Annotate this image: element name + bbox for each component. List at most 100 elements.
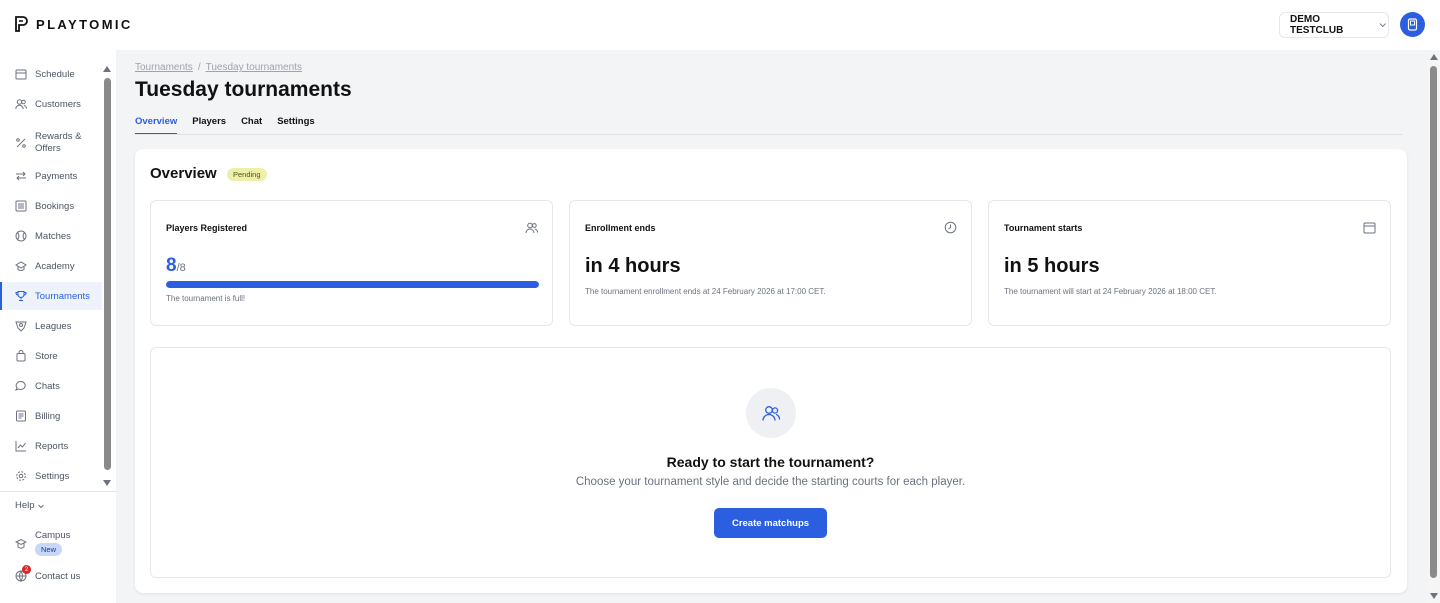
chart-icon bbox=[15, 441, 26, 452]
sidebar-item-academy[interactable]: Academy bbox=[0, 252, 102, 280]
sidebar-item-label: Payments bbox=[35, 170, 78, 182]
calendar-icon bbox=[15, 69, 27, 80]
sidebar-scroll-down[interactable] bbox=[103, 480, 111, 486]
sidebar-item-label: Schedule bbox=[35, 68, 75, 80]
list-icon bbox=[15, 200, 27, 212]
tab-chat[interactable]: Chat bbox=[241, 116, 262, 135]
players-progress-fill bbox=[166, 281, 539, 288]
tab-players[interactable]: Players bbox=[192, 116, 226, 135]
breadcrumb-separator: / bbox=[197, 62, 201, 73]
sidebar-scrollbar-thumb[interactable] bbox=[104, 78, 111, 470]
users-icon bbox=[15, 99, 27, 110]
start-value: in 5 hours bbox=[1004, 255, 1100, 277]
campus-label: Campus bbox=[35, 530, 71, 541]
sidebar-item-label: Chats bbox=[35, 380, 60, 392]
sidebar-item-label: Rewards & bbox=[35, 131, 82, 142]
page-scrollbar-thumb[interactable] bbox=[1430, 66, 1437, 578]
status-badge: Pending bbox=[227, 168, 267, 181]
sidebar-item-leagues[interactable]: Leagues bbox=[0, 312, 102, 340]
clock-icon bbox=[944, 221, 957, 234]
sidebar-item-rewards[interactable]: Rewards & Offers bbox=[0, 126, 102, 160]
sidebar: Schedule Customers Rewards & Offers Payme… bbox=[0, 50, 116, 603]
overview-title: Overview bbox=[150, 165, 217, 182]
tab-bar: Overview Players Chat Settings bbox=[135, 116, 315, 135]
sidebar-item-label: Settings bbox=[35, 470, 70, 482]
campus-icon bbox=[15, 538, 27, 550]
players-registered-card: Players Registered 8/8 The tournament is… bbox=[150, 200, 553, 326]
help-label: Help bbox=[15, 500, 35, 511]
user-avatar-button[interactable] bbox=[1400, 12, 1425, 37]
sidebar-item-label: Bookings bbox=[35, 200, 75, 212]
sidebar-item-customers[interactable]: Customers bbox=[0, 90, 102, 118]
main-content: Tournaments / Tuesday tournaments Tuesda… bbox=[116, 50, 1427, 603]
sidebar-divider bbox=[0, 491, 116, 492]
sidebar-item-settings[interactable]: Settings bbox=[0, 462, 102, 490]
players-progress-bar bbox=[166, 281, 539, 288]
sidebar-item-chats[interactable]: Chats bbox=[0, 372, 102, 400]
academy-icon bbox=[15, 261, 27, 271]
start-label: Tournament starts bbox=[1004, 223, 1083, 233]
start-note: The tournament will start at 24 February… bbox=[1004, 287, 1217, 296]
club-selector[interactable]: DEMO TESTCLUB bbox=[1279, 12, 1389, 38]
sidebar-item-label-line2: Offers bbox=[35, 143, 61, 154]
enrollment-ends-card: Enrollment ends in 4 hours The tournamen… bbox=[569, 200, 972, 326]
page-scroll-up[interactable] bbox=[1430, 54, 1438, 60]
contact-label: Contact us bbox=[35, 570, 81, 582]
breadcrumb-link-tournaments[interactable]: Tournaments bbox=[135, 62, 193, 73]
sidebar-item-label: Store bbox=[35, 350, 58, 362]
bag-icon bbox=[16, 350, 26, 362]
sidebar-item-label: Customers bbox=[35, 98, 81, 110]
sidebar-item-bookings[interactable]: Bookings bbox=[0, 192, 102, 220]
sidebar-item-matches[interactable]: Matches bbox=[0, 222, 102, 250]
arrows-icon bbox=[16, 171, 26, 181]
users-icon bbox=[525, 222, 538, 234]
sidebar-item-tournaments[interactable]: Tournaments bbox=[0, 282, 102, 310]
leagues-icon bbox=[15, 321, 27, 332]
device-icon bbox=[1407, 18, 1418, 31]
new-badge: New bbox=[35, 543, 63, 556]
page-scroll-down[interactable] bbox=[1430, 593, 1438, 599]
help-menu[interactable]: Help bbox=[15, 500, 45, 511]
ready-icon-circle bbox=[746, 388, 796, 438]
ball-icon bbox=[15, 230, 27, 242]
sidebar-item-label: Reports bbox=[35, 440, 69, 452]
ready-title: Ready to start the tournament? bbox=[666, 454, 875, 470]
playtomic-logo[interactable]: PLAYTOMIC bbox=[14, 15, 133, 33]
billing-icon bbox=[16, 410, 26, 422]
ready-to-start-panel: Ready to start the tournament? Choose yo… bbox=[150, 347, 1391, 578]
sidebar-item-label: Academy bbox=[35, 260, 75, 272]
sidebar-item-label: Leagues bbox=[35, 320, 72, 332]
players-total: /8 bbox=[176, 262, 186, 274]
tabs-divider bbox=[135, 134, 1403, 135]
sidebar-item-payments[interactable]: Payments bbox=[0, 162, 102, 190]
overview-card: Overview Pending Players Registered 8/8 … bbox=[135, 149, 1407, 593]
create-matchups-button[interactable]: Create matchups bbox=[714, 508, 827, 538]
page-scrollbar[interactable] bbox=[1427, 50, 1440, 603]
chevron-down-icon bbox=[1379, 23, 1387, 28]
tab-settings[interactable]: Settings bbox=[277, 116, 314, 135]
percent-icon bbox=[16, 138, 26, 148]
sidebar-item-label: Billing bbox=[35, 410, 61, 422]
tournament-starts-card: Tournament starts in 5 hours The tournam… bbox=[988, 200, 1391, 326]
sidebar-item-contact[interactable]: 2 Contact us bbox=[15, 565, 81, 582]
trophy-icon bbox=[15, 291, 27, 301]
sidebar-item-label: Tournaments bbox=[35, 290, 90, 302]
sidebar-item-reports[interactable]: Reports bbox=[0, 432, 102, 460]
players-note: The tournament is full! bbox=[166, 294, 246, 303]
players-count: 8 bbox=[166, 255, 177, 276]
sidebar-item-billing[interactable]: Billing bbox=[0, 402, 102, 430]
enrollment-note: The tournament enrollment ends at 24 Feb… bbox=[585, 287, 826, 296]
players-registered-label: Players Registered bbox=[166, 223, 248, 233]
players-count-wrap: 8/8 bbox=[166, 255, 186, 277]
tab-overview[interactable]: Overview bbox=[135, 116, 178, 135]
calendar-icon bbox=[1363, 222, 1376, 234]
sidebar-item-schedule[interactable]: Schedule bbox=[0, 60, 102, 88]
playtomic-logo-icon bbox=[15, 16, 28, 32]
sidebar-item-campus[interactable]: Campus New bbox=[15, 530, 70, 556]
sidebar-item-store[interactable]: Store bbox=[0, 342, 102, 370]
top-bar: PLAYTOMIC DEMO TESTCLUB bbox=[0, 0, 1440, 50]
breadcrumb-link-current[interactable]: Tuesday tournaments bbox=[206, 62, 302, 73]
enrollment-label: Enrollment ends bbox=[585, 223, 656, 233]
campus-text: Campus New bbox=[35, 530, 70, 556]
sidebar-scroll-up[interactable] bbox=[103, 66, 111, 72]
